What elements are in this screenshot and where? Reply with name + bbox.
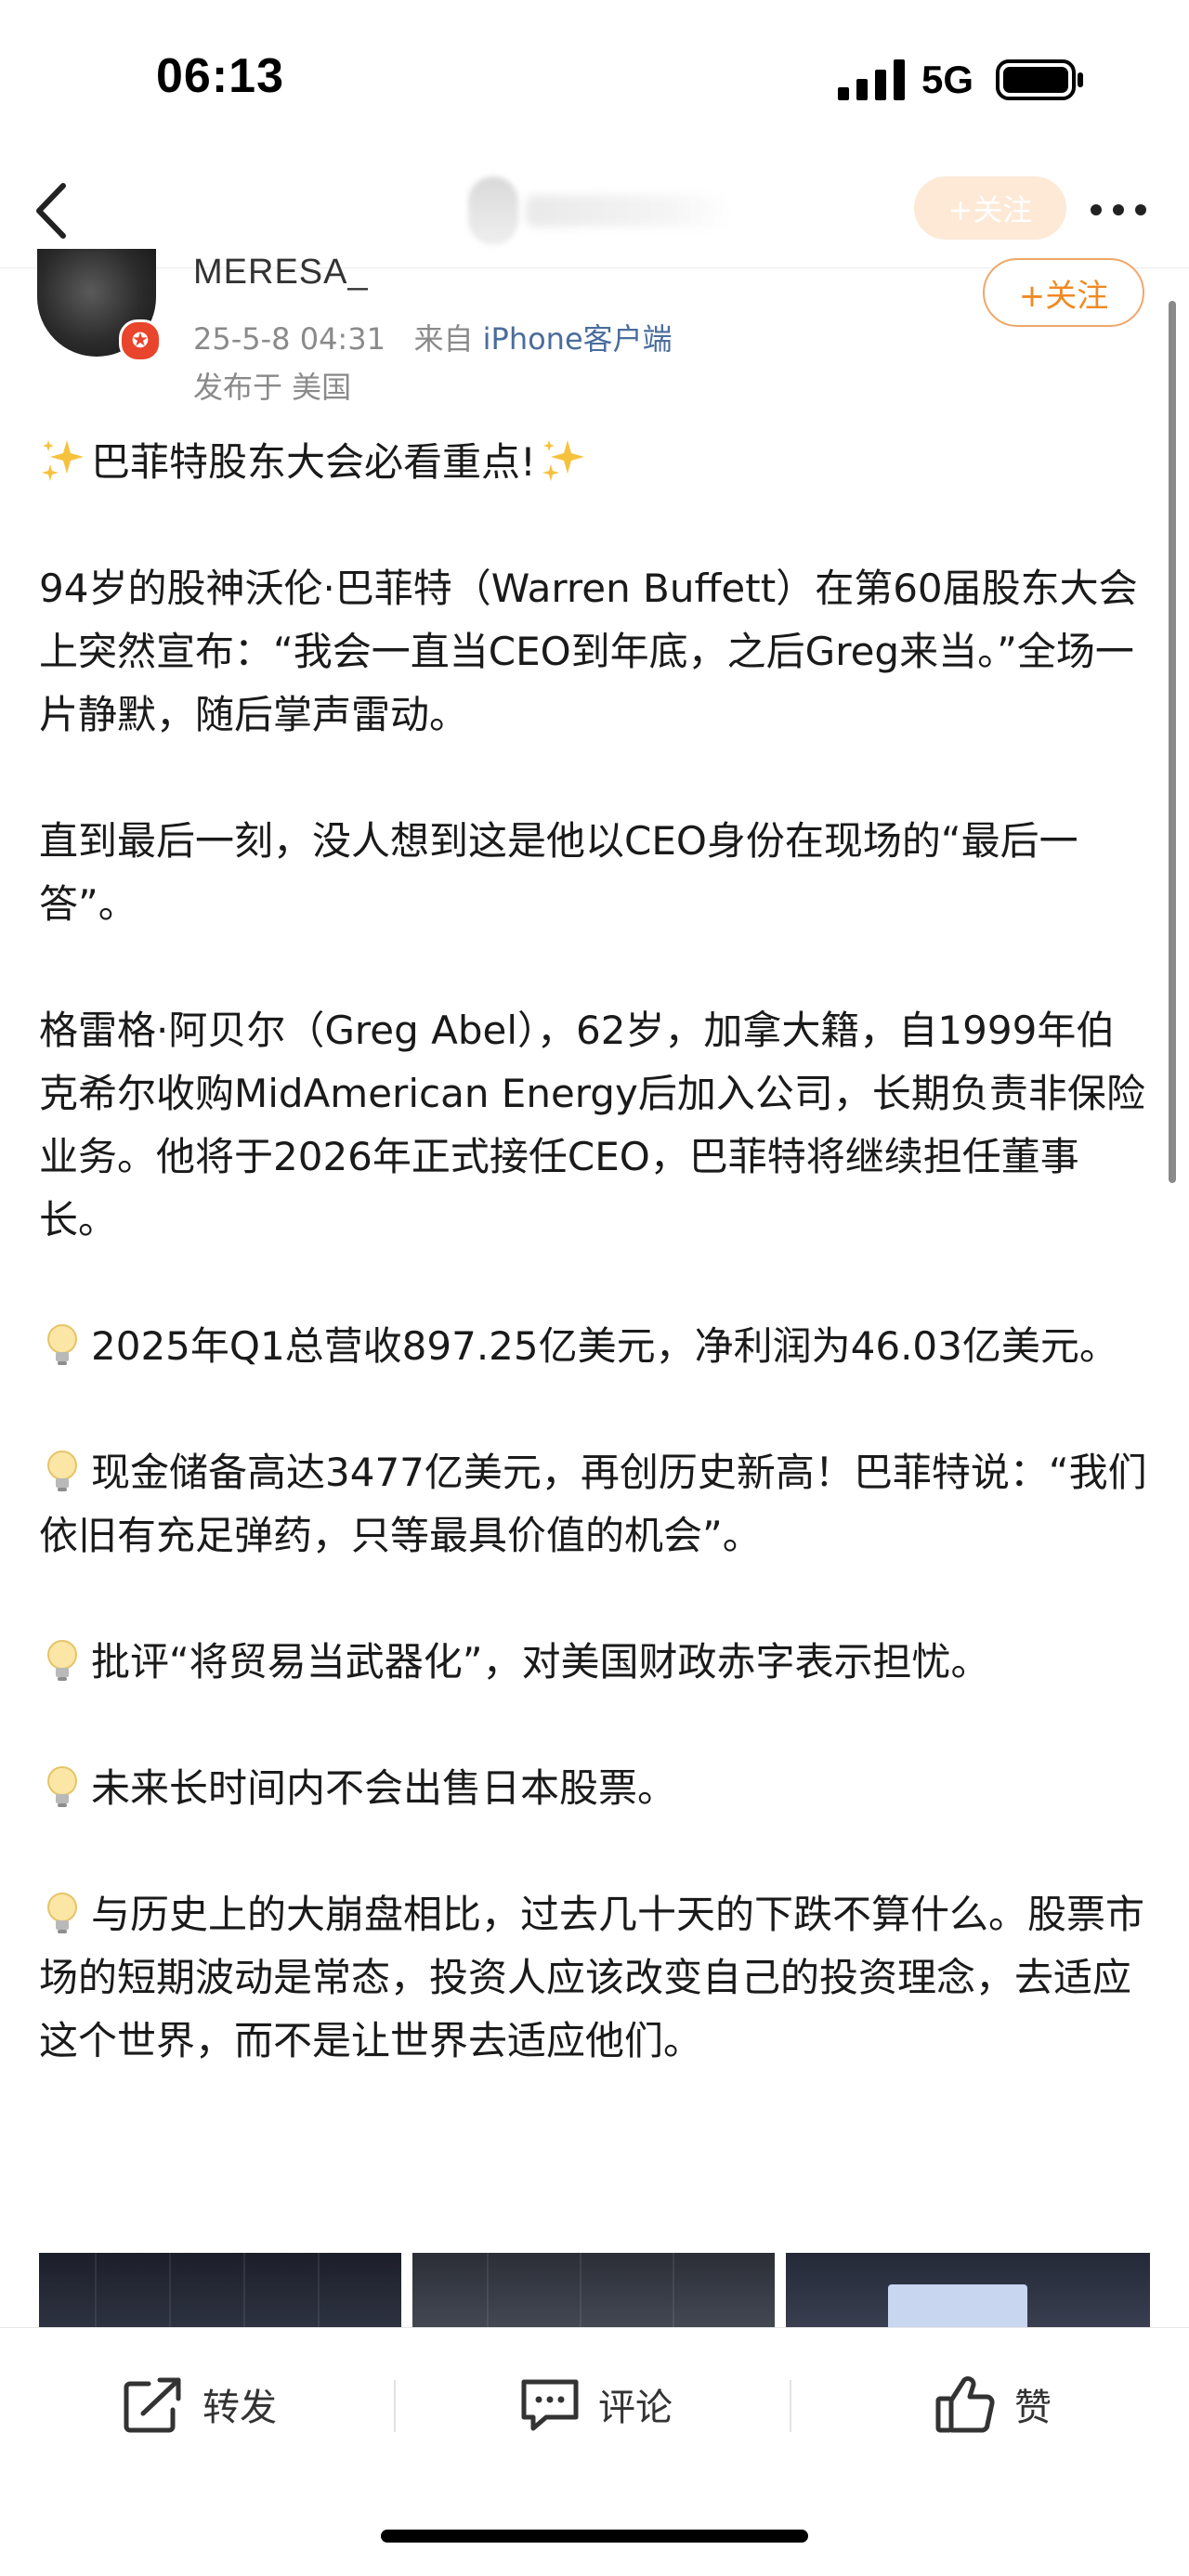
nav-avatar-blurred — [468, 176, 518, 245]
bullet-item: 与历史上的大崩盘相比，过去几十天的下跌不算什么。股票市场的短期波动是常态，投资人… — [39, 1883, 1154, 2073]
post-content: 巴菲特股东大会必看重点! 94岁的股神沃伦·巴菲特（Warren Buffett… — [39, 431, 1154, 2073]
nav-username-blurred — [526, 195, 730, 227]
paragraph: 94岁的股神沃伦·巴菲特（Warren Buffett）在第60届股东大会上突然… — [39, 566, 1138, 737]
sparkles-icon — [542, 440, 584, 481]
bullet-item: 现金储备高达3477亿美元，再创历史新高！巴菲特说：“我们依旧有充足弹药，只等最… — [39, 1441, 1154, 1568]
light-bulb-icon — [47, 1451, 77, 1491]
light-bulb-icon — [47, 1893, 77, 1933]
post-image-2[interactable] — [412, 2253, 775, 2333]
share-icon — [124, 2377, 181, 2433]
ellipsis-icon[interactable] — [1085, 191, 1152, 228]
comment-label: 评论 — [598, 2387, 673, 2429]
post-title: 巴菲特股东大会必看重点! — [39, 431, 1154, 494]
network-type: 5G — [921, 58, 974, 101]
navigation-bar: +关注 — [0, 158, 1189, 268]
signal-icon — [838, 59, 905, 100]
bullet-text: 批评“将贸易当武器化”，对美国财政赤字表示担忧。 — [91, 1639, 990, 1685]
bullet-item: 2025年Q1总营收897.25亿美元，净利润为46.03亿美元。 — [39, 1315, 1154, 1378]
image-grid — [39, 2253, 1150, 2333]
toolbar-divider — [394, 2380, 396, 2432]
thumbs-up-icon — [935, 2376, 995, 2433]
status-time: 06:13 — [156, 49, 284, 103]
comment-icon — [521, 2379, 579, 2431]
status-bar: 06:13 5G — [0, 0, 1189, 158]
light-bulb-icon — [47, 1766, 77, 1807]
post-location: 发布于 美国 — [193, 370, 352, 405]
chevron-left-icon[interactable] — [28, 178, 74, 243]
like-label: 赞 — [1014, 2387, 1052, 2429]
toolbar-divider — [790, 2380, 791, 2432]
bullet-text: 2025年Q1总营收897.25亿美元，净利润为46.03亿美元。 — [91, 1323, 1118, 1369]
verified-badge-icon: ✪ — [119, 319, 162, 362]
bullet-item: 批评“将贸易当武器化”，对美国财政赤字表示担忧。 — [39, 1631, 1154, 1694]
home-indicator[interactable] — [381, 2530, 808, 2543]
light-bulb-icon — [47, 1324, 77, 1365]
bullet-item: 未来长时间内不会出售日本股票。 — [39, 1757, 1154, 1820]
bullet-text: 现金储备高达3477亿美元，再创历史新高！巴菲特说：“我们依旧有充足弹药，只等最… — [39, 1450, 1147, 1558]
repost-button[interactable]: 转发 — [121, 2367, 277, 2441]
like-button[interactable]: 赞 — [933, 2367, 1052, 2441]
post-meta: 25-5-8 04:31 来自 iPhone客户端 — [193, 316, 673, 358]
scrollbar[interactable] — [1169, 301, 1176, 1183]
bullet-text: 未来长时间内不会出售日本股票。 — [91, 1765, 677, 1811]
weibo-post-page: 06:13 5G +关注 ✪ MERESA_ 25-5-8 04:31 来自 i… — [0, 0, 1189, 2576]
follow-button[interactable]: +关注 — [983, 258, 1144, 327]
nav-follow-button[interactable]: +关注 — [914, 176, 1066, 240]
author-name[interactable]: MERESA_ — [193, 253, 369, 293]
sparkles-icon — [42, 440, 84, 481]
bullet-text: 与历史上的大崩盘相比，过去几十天的下跌不算什么。股票市场的短期波动是常态，投资人… — [39, 1892, 1145, 2063]
post-title-text: 巴菲特股东大会必看重点! — [91, 439, 536, 485]
post-image-1[interactable] — [39, 2253, 401, 2333]
paragraph: 格雷格·阿贝尔（Greg Abel），62岁，加拿大籍，自1999年伯克希尔收购… — [39, 1008, 1145, 1242]
paragraph: 直到最后一刻，没人想到这是他以CEO身份在现场的“最后一答”。 — [39, 818, 1078, 927]
comment-button[interactable]: 评论 — [516, 2367, 673, 2441]
repost-label: 转发 — [203, 2387, 277, 2429]
post-date: 25-5-8 04:31 — [193, 321, 385, 357]
post-image-3[interactable] — [786, 2253, 1150, 2333]
source-app-link[interactable]: iPhone客户端 — [483, 321, 673, 357]
battery-icon — [996, 59, 1083, 100]
source-prefix: 来自 — [413, 321, 474, 357]
light-bulb-icon — [47, 1640, 77, 1681]
